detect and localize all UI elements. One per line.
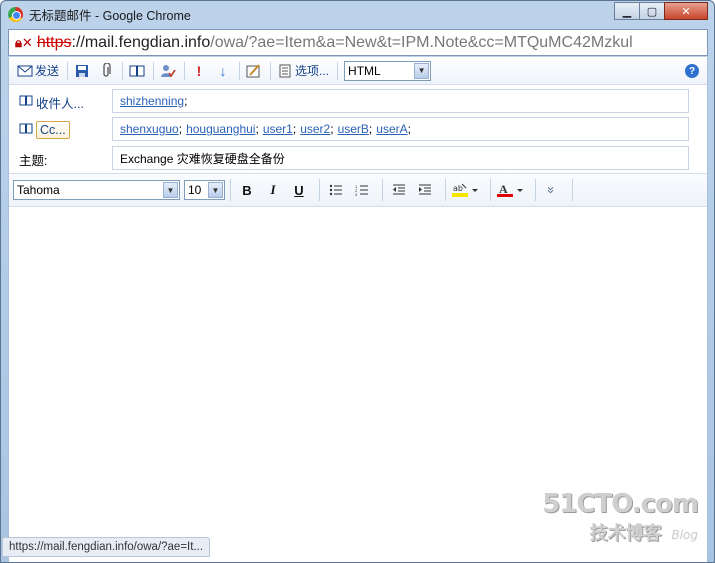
options-label: 选项... bbox=[295, 64, 330, 78]
maximize-button[interactable]: ▢ bbox=[639, 2, 665, 20]
check-names-icon[interactable] bbox=[160, 63, 176, 79]
toolbar-divider bbox=[337, 61, 339, 80]
insecure-lock-icon[interactable]: 🔒︎✕ bbox=[15, 35, 33, 51]
watermark-brand: 51CTO.com bbox=[542, 489, 699, 519]
subject-value: Exchange 灾难恢复硬盘全备份 bbox=[120, 151, 285, 166]
window-controls: ▁ ▢ ✕ bbox=[614, 2, 708, 20]
low-importance-icon[interactable]: ↓ bbox=[215, 63, 231, 79]
bullet-list-icon[interactable] bbox=[325, 179, 347, 201]
message-format-value: HTML bbox=[348, 63, 381, 78]
attach-icon[interactable] bbox=[98, 62, 114, 79]
formatting-toolbar: Tahoma ▼ 10 ▼ B I U 123 ab A » bbox=[9, 173, 707, 207]
options-button[interactable]: 选项... bbox=[277, 62, 329, 79]
numbered-list-icon[interactable]: 123 bbox=[351, 179, 373, 201]
send-button[interactable]: 发送 bbox=[17, 62, 59, 79]
chevron-down-icon: ▼ bbox=[414, 62, 430, 79]
to-field[interactable]: shizhenning; bbox=[112, 89, 689, 113]
to-row: 收件人... shizhenning; bbox=[9, 89, 707, 113]
address-bar[interactable]: 🔒︎✕ https ://mail.fengdian.info /owa/?ae… bbox=[8, 29, 708, 56]
window-title: 无标题邮件 - Google Chrome bbox=[29, 8, 191, 23]
url-path: /owa/?ae=Item&a=New&t=IPM.Note&cc=MTQuMC… bbox=[210, 33, 633, 51]
bold-button[interactable]: B bbox=[236, 179, 258, 201]
status-bar-url: https://mail.fengdian.info/owa/?ae=It... bbox=[2, 537, 211, 557]
title-bar: 无标题邮件 - Google Chrome ▁ ▢ ✕ bbox=[1, 1, 714, 27]
cc-label: Cc... bbox=[36, 121, 70, 139]
send-label: 发送 bbox=[35, 64, 60, 78]
font-family-select[interactable]: Tahoma ▼ bbox=[13, 180, 180, 200]
url-host: ://mail.fengdian.info bbox=[71, 33, 211, 51]
font-size-value: 10 bbox=[188, 183, 202, 197]
compose-toolbar: 发送 ! ↓ 选项... HTML ▼ ? bbox=[9, 57, 707, 85]
font-color-icon[interactable]: A bbox=[496, 179, 526, 201]
font-size-select[interactable]: 10 ▼ bbox=[184, 180, 225, 200]
recipient-link[interactable]: shenxuguo bbox=[120, 122, 179, 136]
send-icon bbox=[17, 63, 33, 79]
chrome-logo-icon bbox=[8, 6, 23, 22]
subject-label: 主题: bbox=[19, 154, 48, 168]
underline-button[interactable]: U bbox=[288, 179, 310, 201]
recipient-link[interactable]: houguanghui bbox=[186, 122, 255, 136]
message-format-select[interactable]: HTML ▼ bbox=[344, 60, 432, 81]
chevron-down-icon: ▼ bbox=[208, 182, 223, 198]
watermark-sub: 技术博客 bbox=[589, 523, 662, 544]
expand-toolbar-icon[interactable]: » bbox=[541, 179, 563, 201]
browser-window: 无标题邮件 - Google Chrome ▁ ▢ ✕ 🔒︎✕ https :/… bbox=[0, 0, 715, 563]
toolbar-divider bbox=[239, 61, 241, 80]
to-button[interactable]: 收件人... bbox=[19, 93, 84, 112]
svg-text:A: A bbox=[499, 182, 508, 196]
cc-button[interactable]: Cc... bbox=[19, 121, 70, 139]
cc-row: Cc... shenxuguo; houguanghui; user1; use… bbox=[9, 117, 707, 141]
svg-text:ab: ab bbox=[453, 184, 463, 193]
recipient-link[interactable]: user1 bbox=[263, 122, 293, 136]
chevron-down-icon: ▼ bbox=[163, 182, 178, 198]
help-icon[interactable]: ? bbox=[685, 64, 699, 78]
close-button[interactable]: ✕ bbox=[664, 2, 708, 20]
recipient-link[interactable]: userB bbox=[338, 122, 369, 136]
recipient-link[interactable]: shizhenning bbox=[120, 94, 184, 108]
to-label: 收件人... bbox=[36, 97, 84, 111]
url-scheme: https bbox=[36, 33, 72, 51]
cc-field[interactable]: shenxuguo; houguanghui; user1; user2; us… bbox=[112, 117, 689, 141]
italic-button[interactable]: I bbox=[262, 179, 284, 201]
recipient-link[interactable]: user2 bbox=[300, 122, 330, 136]
options-icon bbox=[277, 63, 293, 79]
subject-input[interactable]: Exchange 灾难恢复硬盘全备份 bbox=[112, 146, 689, 170]
address-book-icon[interactable] bbox=[129, 63, 145, 79]
address-book-icon bbox=[19, 123, 33, 138]
outdent-icon[interactable] bbox=[388, 179, 410, 201]
watermark-blog: Blog bbox=[671, 528, 698, 542]
subject-row: 主题: Exchange 灾难恢复硬盘全备份 bbox=[9, 146, 707, 170]
toolbar-divider bbox=[122, 61, 124, 80]
toolbar-divider bbox=[184, 61, 186, 80]
svg-text:3: 3 bbox=[355, 192, 358, 196]
toolbar-divider bbox=[270, 61, 272, 80]
indent-icon[interactable] bbox=[414, 179, 436, 201]
toolbar-divider bbox=[67, 61, 69, 80]
font-family-value: Tahoma bbox=[17, 183, 60, 197]
address-book-icon bbox=[19, 95, 33, 110]
signature-icon[interactable] bbox=[246, 63, 262, 79]
owa-compose-page: 发送 ! ↓ 选项... HTML ▼ ? 收件人... shizhenning… bbox=[8, 57, 708, 562]
toolbar-divider bbox=[153, 61, 155, 80]
watermark-logo: 51CTO.com 技术博客 Blog bbox=[542, 489, 699, 545]
save-icon[interactable] bbox=[74, 63, 90, 79]
high-importance-icon[interactable]: ! bbox=[191, 63, 207, 79]
minimize-button[interactable]: ▁ bbox=[614, 2, 640, 20]
recipient-link[interactable]: userA bbox=[376, 122, 407, 136]
highlight-color-icon[interactable]: ab bbox=[451, 179, 481, 201]
